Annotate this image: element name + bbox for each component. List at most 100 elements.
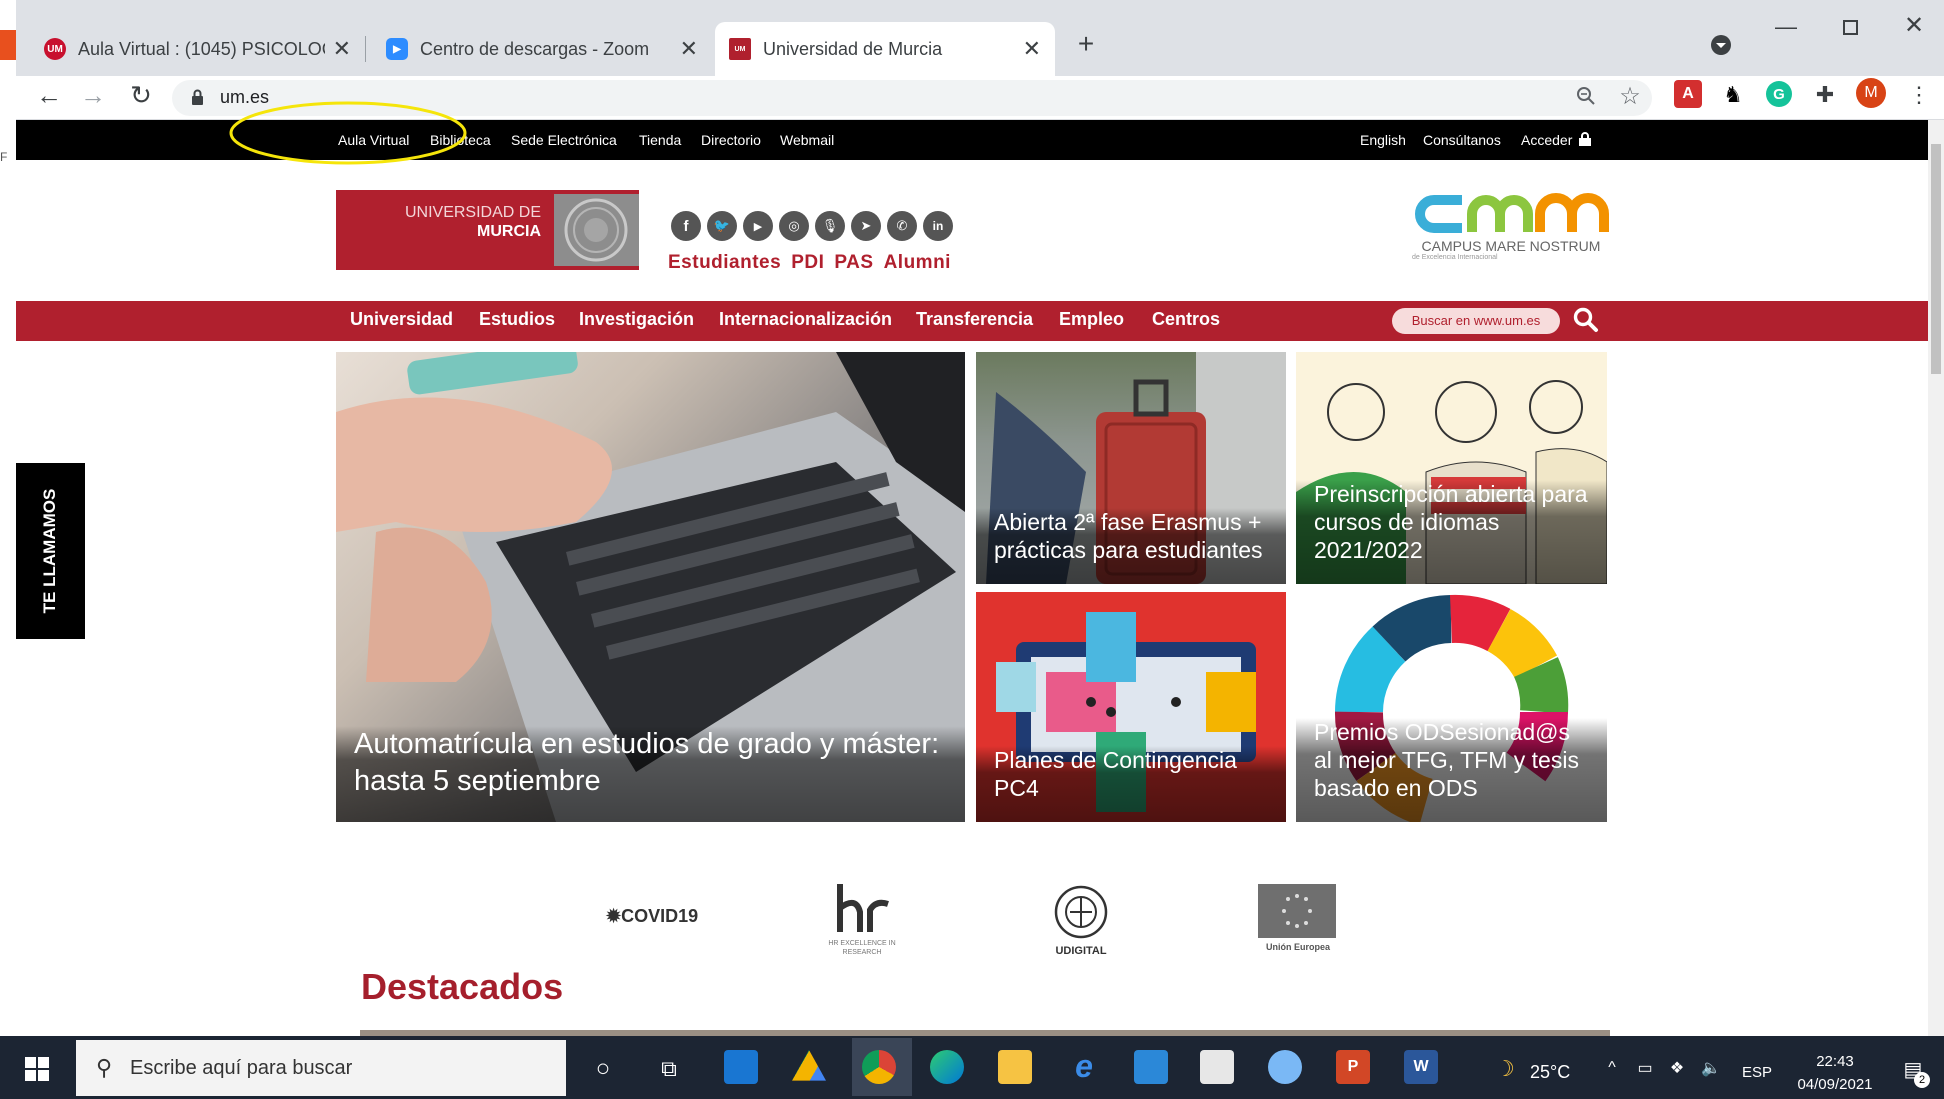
forward-icon[interactable]: → <box>76 78 110 112</box>
link-webmail[interactable]: Webmail <box>780 132 834 148</box>
tab-zoom[interactable]: ▶ Centro de descargas - Zoom ✕ <box>372 22 712 76</box>
eu-flag-icon <box>1258 884 1336 938</box>
youtube-icon[interactable]: ▶ <box>743 211 773 241</box>
chevron-up-icon[interactable]: ^ <box>1600 1056 1624 1080</box>
dropbox-icon[interactable]: ❖ <box>1664 1056 1690 1080</box>
hr-excellence-logo[interactable]: HR EXCELLENCE IN RESEARCH <box>826 882 898 956</box>
reload-icon[interactable]: ↻ <box>124 78 158 112</box>
internet-explorer-icon[interactable]: e <box>1066 1048 1102 1084</box>
edge-icon[interactable] <box>930 1050 964 1084</box>
whatsapp-icon[interactable]: ✆ <box>887 211 917 241</box>
um-logo[interactable]: UNIVERSIDAD DE MURCIA <box>336 190 639 270</box>
maximize-icon[interactable] <box>1830 12 1870 42</box>
nav-empleo[interactable]: Empleo <box>1059 309 1124 330</box>
weather-moon-icon[interactable]: ☽ <box>1490 1054 1520 1084</box>
tab-aula-virtual[interactable]: UM Aula Virtual : (1045) PSICOLOGÍA ✕ <box>30 22 365 76</box>
union-europea-logo[interactable]: Unión Europea <box>1258 884 1338 956</box>
close-window-icon[interactable]: ✕ <box>1894 10 1934 40</box>
scrollbar-thumb[interactable] <box>1931 144 1941 374</box>
podcast-icon[interactable]: 🎙 <box>815 211 845 241</box>
news-tile-automatricula[interactable]: Automatrícula en estudios de grado y más… <box>336 352 965 822</box>
store-icon[interactable] <box>1200 1050 1234 1084</box>
pdf-extension-icon[interactable]: A <box>1674 80 1702 108</box>
chat-icon[interactable] <box>1268 1050 1302 1084</box>
taskbar-search-placeholder: Escribe aquí para buscar <box>130 1057 353 1079</box>
lock-icon[interactable] <box>186 82 208 112</box>
cmn-graphic <box>1415 193 1609 233</box>
close-tab-icon[interactable]: ✕ <box>1023 36 1041 62</box>
volume-icon[interactable]: 🔈 <box>1696 1056 1726 1080</box>
hr-caption: HR EXCELLENCE IN RESEARCH <box>828 940 896 956</box>
link-acceder[interactable]: Acceder <box>1521 132 1572 148</box>
cortana-icon[interactable]: ○ <box>586 1052 620 1086</box>
chrome-icon[interactable] <box>862 1050 896 1084</box>
zoom-icon: ▶ <box>386 38 408 60</box>
tab-universidad-murcia[interactable]: UM Universidad de Murcia ✕ <box>715 22 1055 76</box>
close-tab-icon[interactable]: ✕ <box>333 36 351 62</box>
search-icon[interactable] <box>1570 304 1602 336</box>
link-pas[interactable]: PAS <box>834 252 873 274</box>
news-tile-erasmus[interactable]: Abierta 2ª fase Erasmus + prácticas para… <box>976 352 1286 584</box>
link-sede-electronica[interactable]: Sede Electrónica <box>511 132 617 148</box>
instagram-icon[interactable]: ◎ <box>779 211 809 241</box>
extensions-puzzle-icon[interactable]: ✚ <box>1810 80 1840 110</box>
background-window-edge <box>0 30 16 60</box>
task-view-icon[interactable]: ⧉ <box>652 1052 686 1086</box>
powerpoint-icon[interactable]: P <box>1336 1050 1370 1084</box>
nav-estudios[interactable]: Estudios <box>479 309 555 330</box>
link-tienda[interactable]: Tienda <box>639 132 681 148</box>
language-indicator[interactable]: ESP <box>1742 1064 1772 1081</box>
audience-links: Estudiantes PDI PAS Alumni <box>668 252 951 274</box>
back-icon[interactable]: ← <box>32 78 66 112</box>
news-tile-contingencia[interactable]: Planes de Contingencia PC4 <box>976 592 1286 822</box>
clock[interactable]: 22:43 04/09/2021 <box>1790 1050 1880 1096</box>
mail-icon[interactable] <box>1134 1050 1168 1084</box>
twitter-icon[interactable]: 🐦 <box>707 211 737 241</box>
link-pdi[interactable]: PDI <box>791 252 824 274</box>
nav-centros[interactable]: Centros <box>1152 309 1220 330</box>
link-directorio[interactable]: Directorio <box>701 132 761 148</box>
zoom-magnifier-icon[interactable] <box>1570 80 1602 112</box>
page-scrollbar[interactable] <box>1928 120 1944 1036</box>
facebook-icon[interactable]: f <box>671 211 701 241</box>
link-english[interactable]: English <box>1360 132 1406 148</box>
clock-date: 04/09/2021 <box>1797 1076 1873 1093</box>
annotation-highlight-ellipse <box>229 101 467 165</box>
file-explorer-icon[interactable] <box>998 1050 1032 1084</box>
close-tab-icon[interactable]: ✕ <box>680 36 698 62</box>
windows-start-icon[interactable] <box>20 1052 54 1086</box>
link-consultanos[interactable]: Consúltanos <box>1423 132 1501 148</box>
new-tab-icon[interactable]: + <box>1068 26 1104 62</box>
nav-investigacion[interactable]: Investigación <box>579 309 694 330</box>
site-search-input[interactable]: Buscar en www.um.es <box>1392 308 1560 334</box>
word-icon[interactable]: W <box>1404 1050 1438 1084</box>
link-estudiantes[interactable]: Estudiantes <box>668 252 781 274</box>
profile-avatar[interactable]: M <box>1856 78 1886 108</box>
minimize-icon[interactable]: — <box>1766 12 1806 42</box>
udigital-logo[interactable]: UDIGITAL <box>1048 884 1114 957</box>
nav-transferencia[interactable]: Transferencia <box>916 309 1033 330</box>
bookmark-star-icon[interactable]: ☆ <box>1614 80 1646 112</box>
link-alumni[interactable]: Alumni <box>884 252 951 274</box>
taskbar-search-box[interactable]: ⚲ Escribe aquí para buscar <box>76 1040 566 1096</box>
notification-count: 2 <box>1914 1072 1930 1088</box>
bird-extension-icon[interactable]: ♞ <box>1718 80 1748 110</box>
weather-temp[interactable]: 25°C <box>1530 1062 1570 1083</box>
media-player-icon[interactable] <box>724 1050 758 1084</box>
um-favicon-icon: UM <box>729 38 751 60</box>
te-llamamos-tab[interactable]: TE LLAMAMOS <box>16 463 85 639</box>
cmn-caption: CAMPUS MARE NOSTRUM <box>1421 238 1601 254</box>
linkedin-icon[interactable]: in <box>923 211 953 241</box>
nav-internacionalizacion[interactable]: Internacionalización <box>719 309 892 330</box>
battery-icon[interactable]: ▭ <box>1632 1056 1658 1080</box>
menu-kebab-icon[interactable]: ⋮ <box>1904 80 1934 110</box>
campus-mare-nostrum-logo[interactable]: CAMPUS MARE NOSTRUM de Excelencia Intern… <box>1412 188 1610 261</box>
covid19-logo[interactable]: ✹COVID19 <box>606 906 698 927</box>
news-tile-idiomas[interactable]: Preinscripción abierta para cursos de id… <box>1296 352 1607 584</box>
news-tile-ods[interactable]: Premios ODSesionad@s al mejor TFG, TFM y… <box>1296 592 1607 822</box>
tab-search-icon[interactable] <box>1706 30 1736 60</box>
tile-caption: Planes de Contingencia PC4 <box>976 746 1286 822</box>
grammarly-icon[interactable]: G <box>1766 81 1792 107</box>
telegram-icon[interactable]: ➤ <box>851 211 881 241</box>
nav-universidad[interactable]: Universidad <box>350 309 453 330</box>
